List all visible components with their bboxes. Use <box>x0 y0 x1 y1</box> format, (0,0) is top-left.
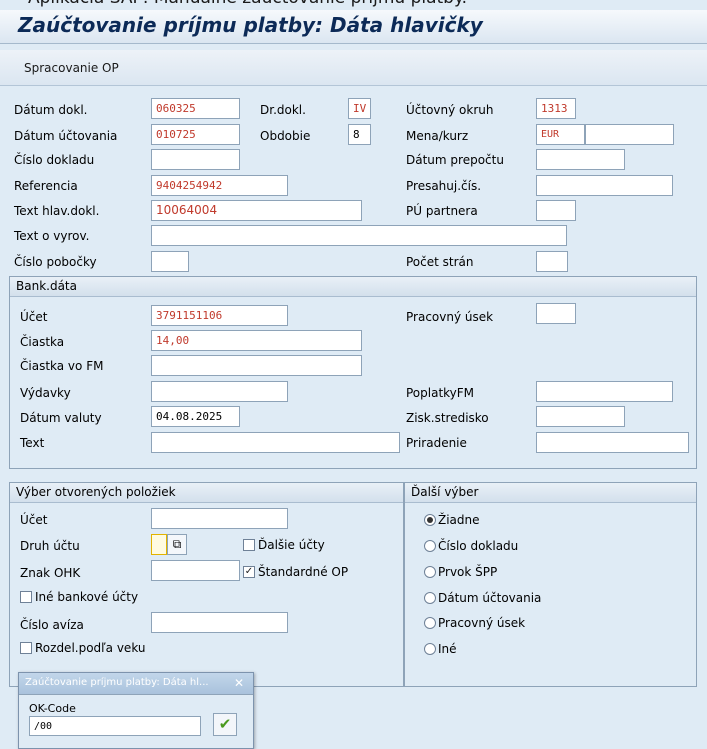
bank-datum-valuty-label: Dátum valuty <box>20 411 102 425</box>
popup-title-bar: Zaúčtovanie príjmu platby: Dáta hl... ✕ <box>19 673 253 695</box>
cislo-dokladu-field[interactable] <box>151 149 240 170</box>
standardne-op-label: Štandardné OP <box>258 565 349 579</box>
bank-text-label: Text <box>20 436 45 450</box>
datum-dokl-label: Dátum dokl. <box>14 103 88 117</box>
radio-datum-uctovania-label: Dátum účtovania <box>438 591 542 605</box>
bank-data-header: Bank.dáta <box>10 277 696 297</box>
confirm-check-icon[interactable]: ✔ <box>213 713 237 736</box>
ine-bankove-ucty-label: Iné bankové účty <box>35 590 139 604</box>
rozdel-podla-veku-label: Rozdel.podľa veku <box>35 641 146 655</box>
znak-ohk-field[interactable] <box>151 560 240 581</box>
poplatky-fm-field[interactable] <box>536 381 673 402</box>
pocet-stran-label: Počet strán <box>406 255 474 269</box>
ok-code-popup: Zaúčtovanie príjmu platby: Dáta hl... ✕ … <box>18 672 254 749</box>
pracovny-usek-label: Pracovný úsek <box>406 310 494 324</box>
bank-ucet-field[interactable]: 3791151106 <box>151 305 288 326</box>
datum-prepoctu-field[interactable] <box>536 149 625 170</box>
druh-uctu-field[interactable] <box>151 534 167 555</box>
text-hlav-dokl-field[interactable]: 10064004 <box>151 200 362 221</box>
radio-pracovny-usek[interactable] <box>424 617 436 629</box>
oi-ucet-field[interactable] <box>151 508 288 529</box>
pocet-stran-field[interactable] <box>536 251 568 272</box>
cislo-pobocky-label: Číslo pobočky <box>14 255 97 269</box>
radio-cislo-dokladu[interactable] <box>424 540 436 552</box>
ine-bankove-ucty-checkbox[interactable] <box>20 591 32 603</box>
rozdel-podla-veku-checkbox[interactable] <box>20 642 32 654</box>
radio-ziadne-label: Žiadne <box>438 513 480 527</box>
open-items-header: Výber otvorených položiek <box>10 483 403 503</box>
oi-ucet-label: Účet <box>20 513 48 527</box>
spracovanie-op-button[interactable]: Spracovanie OP <box>20 58 123 78</box>
radio-prvok-spp[interactable] <box>424 566 436 578</box>
text-hlav-dokl-label: Text hlav.dokl. <box>14 204 100 218</box>
bank-vydavky-label: Výdavky <box>20 386 71 400</box>
standardne-op-checkbox[interactable]: ✓ <box>243 566 255 578</box>
zisk-stredisko-label: Zisk.stredisko <box>406 411 489 425</box>
popup-title: Zaúčtovanie príjmu platby: Dáta hl... <box>25 677 209 688</box>
obdobie-field[interactable]: 8 <box>348 124 371 145</box>
radio-prvok-spp-label: Prvok ŠPP <box>438 565 498 579</box>
uctovny-okruh-label: Účtovný okruh <box>406 103 494 117</box>
poplatky-fm-label: PoplatkyFM <box>406 386 475 400</box>
referencia-field[interactable]: 9404254942 <box>151 175 288 196</box>
referencia-label: Referencia <box>14 179 78 193</box>
pu-partnera-label: PÚ partnera <box>406 204 478 218</box>
kurz-field[interactable] <box>585 124 674 145</box>
bank-ciastka-fm-field[interactable] <box>151 355 362 376</box>
dr-dokl-field[interactable]: IV <box>348 98 371 119</box>
dalsi-vyber-header: Ďalší výber <box>405 483 696 503</box>
ok-code-label: OK-Code <box>29 702 76 715</box>
window-caption: Aplikácia SAP: Manuálne zaúčtovanie príj… <box>28 0 467 8</box>
bank-ciastka-fm-label: Čiastka vo FM <box>20 359 104 373</box>
datum-uctovania-label: Dátum účtovania <box>14 129 118 143</box>
bank-datum-valuty-field[interactable]: 04.08.2025 <box>151 406 240 427</box>
radio-datum-uctovania[interactable] <box>424 592 436 604</box>
text-o-vyrov-label: Text o vyrov. <box>14 229 90 243</box>
radio-ine-label: Iné <box>438 642 457 656</box>
zisk-stredisko-field[interactable] <box>536 406 625 427</box>
pracovny-usek-field[interactable] <box>536 303 576 324</box>
znak-ohk-label: Znak OHK <box>20 566 81 580</box>
presahuj-cis-field[interactable] <box>536 175 673 196</box>
ok-code-field[interactable]: /00 <box>29 716 201 736</box>
presahuj-cis-label: Presahuj.čís. <box>406 179 482 193</box>
bank-ciastka-label: Čiastka <box>20 335 65 349</box>
obdobie-label: Obdobie <box>260 129 311 143</box>
pu-partnera-field[interactable] <box>536 200 576 221</box>
dalsie-ucty-label: Ďalšie účty <box>258 538 325 552</box>
radio-cislo-dokladu-label: Číslo dokladu <box>438 539 519 553</box>
druh-uctu-label: Druh účtu <box>20 539 80 553</box>
radio-ziadne[interactable] <box>424 514 436 526</box>
bank-ucet-label: Účet <box>20 310 48 324</box>
cislo-aviza-label: Číslo avíza <box>20 618 84 632</box>
uctovny-okruh-field[interactable]: 1313 <box>536 98 576 119</box>
datum-prepoctu-label: Dátum prepočtu <box>406 153 504 167</box>
bank-vydavky-field[interactable] <box>151 381 288 402</box>
cislo-pobocky-field[interactable] <box>151 251 189 272</box>
copy-icon[interactable]: ⧉ <box>167 534 187 555</box>
datum-dokl-field[interactable]: 060325 <box>151 98 240 119</box>
page-title: Zaúčtovanie príjmu platby: Dáta hlavičky <box>18 13 483 37</box>
bank-text-field[interactable] <box>151 432 400 453</box>
dr-dokl-label: Dr.dokl. <box>260 103 306 117</box>
cislo-dokladu-label: Číslo dokladu <box>14 153 95 167</box>
priradenie-field[interactable] <box>536 432 689 453</box>
close-icon[interactable]: ✕ <box>232 677 246 691</box>
mena-kurz-label: Mena/kurz <box>406 129 469 143</box>
mena-field[interactable]: EUR <box>536 124 585 145</box>
cislo-aviza-field[interactable] <box>151 612 288 633</box>
radio-ine[interactable] <box>424 643 436 655</box>
dalsie-ucty-checkbox[interactable] <box>243 539 255 551</box>
datum-uctovania-field[interactable]: 010725 <box>151 124 240 145</box>
radio-pracovny-usek-label: Pracovný úsek <box>438 616 526 630</box>
text-o-vyrov-field[interactable] <box>151 225 567 246</box>
priradenie-label: Priradenie <box>406 436 467 450</box>
bank-ciastka-field[interactable]: 14,00 <box>151 330 362 351</box>
